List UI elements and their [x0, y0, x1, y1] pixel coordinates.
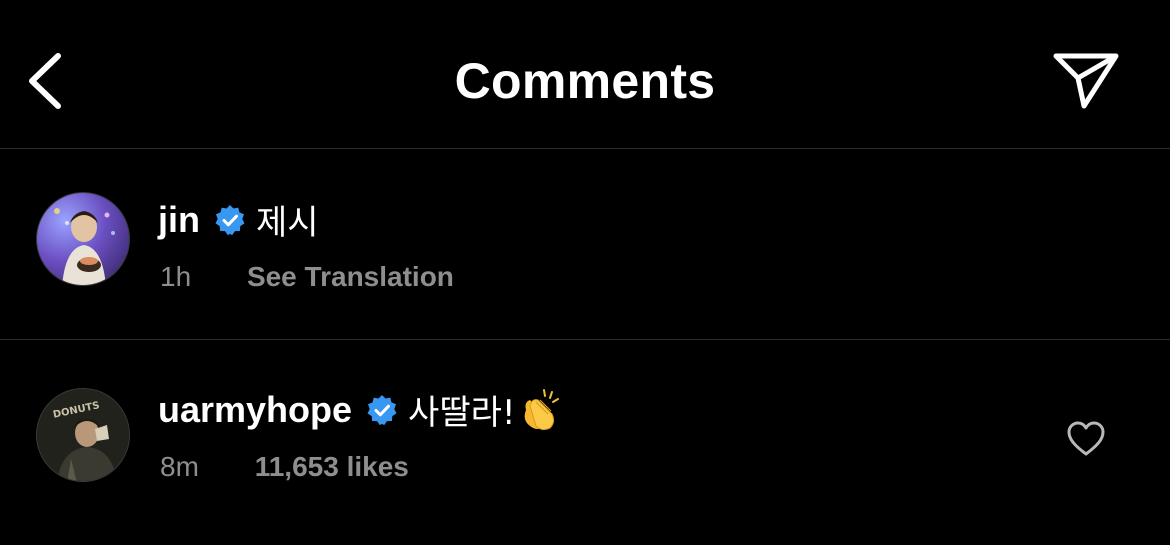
comment-text: 제시: [256, 203, 319, 243]
comment-item: jin 제시 1h See Translation: [0, 149, 1170, 340]
avatar-photo: [54, 208, 115, 285]
comment-header: jin 제시: [158, 195, 319, 244]
comment-header: uarmyhope 사딸라!: [158, 385, 562, 434]
top-navigation-bar: Comments: [0, 0, 1170, 149]
verified-badge-icon: [367, 394, 397, 425]
heart-outline-icon: [1067, 421, 1105, 456]
comment-text: 사딸라!: [408, 393, 516, 433]
comment-meta: 8m 11,653 likes: [160, 451, 409, 483]
like-button[interactable]: [1066, 420, 1106, 458]
timestamp: 1h: [160, 261, 192, 292]
comment-item: DONUTS uarmyhope 사딸라! 8m 11,653 likes: [0, 340, 1170, 545]
verified-badge-icon: [215, 204, 245, 235]
likes-count[interactable]: 11,653 likes: [255, 451, 409, 483]
share-button[interactable]: [1050, 50, 1122, 112]
avatar-photo: DONUTS: [37, 389, 129, 481]
see-translation-link[interactable]: See Translation: [247, 261, 454, 293]
paper-plane-icon: [1053, 53, 1119, 109]
timestamp: 8m: [160, 451, 199, 482]
page-title: Comments: [454, 53, 716, 109]
username[interactable]: jin: [158, 199, 200, 241]
avatar[interactable]: DONUTS: [36, 388, 130, 482]
username[interactable]: uarmyhope: [158, 389, 352, 431]
avatar[interactable]: [36, 192, 130, 286]
clapping-hands-icon: [524, 388, 559, 430]
comment-meta: 1h See Translation: [160, 261, 454, 293]
